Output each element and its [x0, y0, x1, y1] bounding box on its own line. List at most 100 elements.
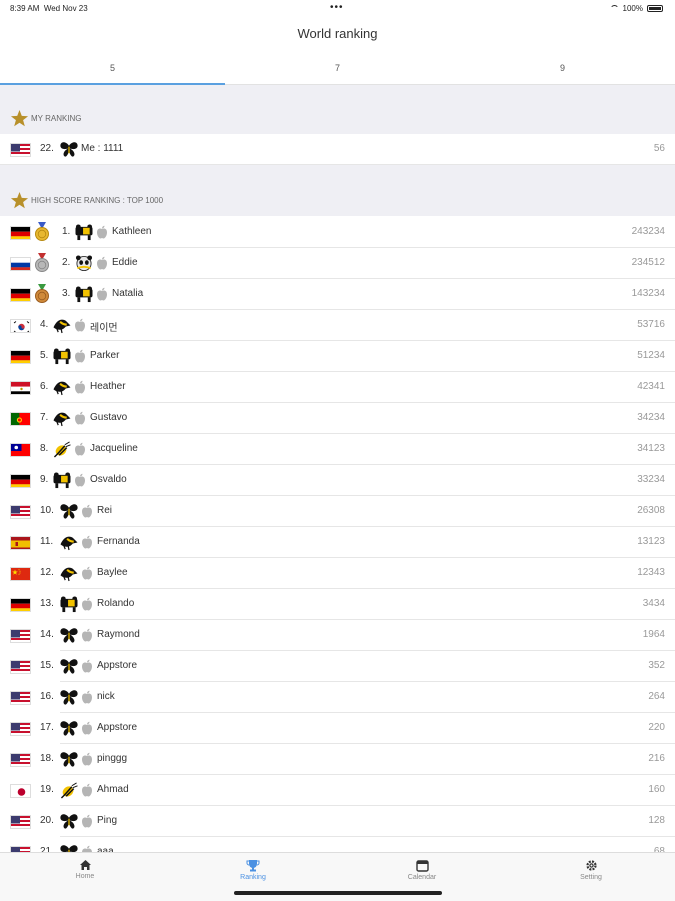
home-icon: [79, 860, 91, 870]
player-name: Rolando: [97, 598, 135, 609]
player-score: 53716: [637, 319, 665, 330]
flag-de-icon: [10, 350, 31, 364]
high-score-header: HIGH SCORE RANKING : TOP 1000: [0, 165, 675, 216]
butterfly-icon: [59, 627, 78, 644]
apple-icon: [81, 504, 93, 518]
ranking-row[interactable]: 2. Eddie 234512: [0, 248, 675, 279]
bird-icon: [52, 379, 71, 396]
player-score: 13123: [637, 536, 665, 547]
bird-icon: [59, 534, 78, 551]
ranking-row[interactable]: 5. Parker 51234: [0, 341, 675, 372]
rank-number: 5.: [40, 350, 49, 361]
flag-pt-icon: [10, 412, 31, 426]
bird-icon: [52, 317, 71, 334]
flag-us-icon: [10, 691, 31, 705]
apple-icon: [81, 721, 93, 735]
ranking-row[interactable]: 12. Baylee 12343: [0, 558, 675, 589]
ranking-row[interactable]: 1. Kathleen 243234: [0, 217, 675, 248]
butterfly-icon: [59, 141, 78, 158]
player-score: 56: [653, 143, 665, 154]
ranking-row[interactable]: 16. nick 264: [0, 682, 675, 713]
flag-us-icon: [10, 722, 31, 736]
rank-number: 12.: [40, 567, 54, 578]
butterfly-icon: [59, 689, 78, 706]
player-score: 143234: [631, 288, 665, 299]
player-score: 128: [648, 815, 665, 826]
butterfly-icon: [59, 503, 78, 520]
ranking-row[interactable]: 18. pinggg 216: [0, 744, 675, 775]
tab-7[interactable]: 7: [225, 58, 450, 84]
flag-us-icon: [10, 505, 31, 519]
flag-jp-icon: [10, 784, 31, 798]
bee-icon: [52, 441, 71, 458]
player-name: Jacqueline: [90, 443, 138, 454]
gold-medal-icon: [34, 222, 50, 242]
player-name: pinggg: [97, 753, 128, 764]
tab-setting[interactable]: Setting: [561, 859, 621, 881]
rank-number: 14.: [40, 629, 54, 640]
ranking-row[interactable]: 13. Rolando 3434: [0, 589, 675, 620]
tab-5[interactable]: 5: [0, 58, 225, 85]
ranking-row[interactable]: 7. Gustavo 34234: [0, 403, 675, 434]
bear-icon: [74, 224, 93, 241]
rank-number: 6.: [40, 381, 49, 392]
flag-de-icon: [10, 474, 31, 488]
player-name: Heather: [90, 381, 126, 392]
gear-icon: [585, 860, 597, 871]
rank-number: 4.: [40, 319, 49, 330]
ranking-row[interactable]: 19. Ahmad 160: [0, 775, 675, 806]
rank-number: 10.: [40, 505, 54, 516]
player-score: 34234: [637, 412, 665, 423]
wifi-icon: [609, 5, 619, 12]
apple-icon: [74, 473, 86, 487]
player-name: Appstore: [97, 722, 138, 733]
ranking-row[interactable]: 9. Osvaldo 33234: [0, 465, 675, 496]
apple-icon: [81, 566, 93, 580]
apple-icon: [96, 256, 108, 270]
rank-number: 13.: [40, 598, 54, 609]
player-score: 234512: [631, 257, 665, 268]
apple-icon: [81, 752, 93, 766]
multitask-dots[interactable]: •••: [330, 2, 344, 13]
ranking-row[interactable]: 10. Rei 26308: [0, 496, 675, 527]
ranking-row[interactable]: 3. Natalia 143234: [0, 279, 675, 310]
tab-home[interactable]: Home: [55, 859, 115, 880]
ranking-row[interactable]: 6. Heather 42341: [0, 372, 675, 403]
ranking-row[interactable]: 11. Fernanda 13123: [0, 527, 675, 558]
battery-icon: [647, 5, 663, 12]
ranking-row[interactable]: 17. Appstore 220: [0, 713, 675, 744]
battery-percent: 100%: [622, 4, 643, 13]
flag-de-icon: [10, 226, 31, 240]
rank-number: 7.: [40, 412, 49, 423]
ranking-row[interactable]: 20. Ping 128: [0, 806, 675, 837]
apple-icon: [96, 287, 108, 301]
my-ranking-row[interactable]: 22. Me : 1111 56: [0, 134, 675, 165]
flag-us-icon: [10, 753, 31, 767]
player-name: Eddie: [112, 257, 138, 268]
ranking-row[interactable]: 14. Raymond 1964: [0, 620, 675, 651]
apple-icon: [74, 411, 86, 425]
tab-ranking[interactable]: Ranking: [223, 859, 283, 881]
player-name: nick: [97, 691, 115, 702]
rank-number: 8.: [40, 443, 49, 454]
apple-icon: [74, 442, 86, 456]
butterfly-icon: [59, 658, 78, 675]
player-name: Kathleen: [112, 226, 152, 237]
flag-us-icon: [10, 660, 31, 674]
player-score: 1964: [642, 629, 665, 640]
silver-medal-icon: [34, 253, 50, 273]
tab-calendar[interactable]: Calendar: [392, 859, 452, 881]
player-name: Ping: [97, 815, 118, 826]
ranking-row[interactable]: 8. Jacqueline 34123: [0, 434, 675, 465]
player-score: 12343: [637, 567, 665, 578]
apple-icon: [81, 535, 93, 549]
panda-icon: [74, 255, 93, 272]
tab-9[interactable]: 9: [450, 58, 675, 84]
bear-icon: [52, 472, 71, 489]
player-score: 34123: [637, 443, 665, 454]
my-ranking-header: MY RANKING: [0, 85, 675, 134]
rank-number: 18.: [40, 753, 54, 764]
ranking-row[interactable]: 4. 레이먼 53716: [0, 310, 675, 341]
flag-ru-icon: [10, 257, 31, 271]
ranking-row[interactable]: 15. Appstore 352: [0, 651, 675, 682]
